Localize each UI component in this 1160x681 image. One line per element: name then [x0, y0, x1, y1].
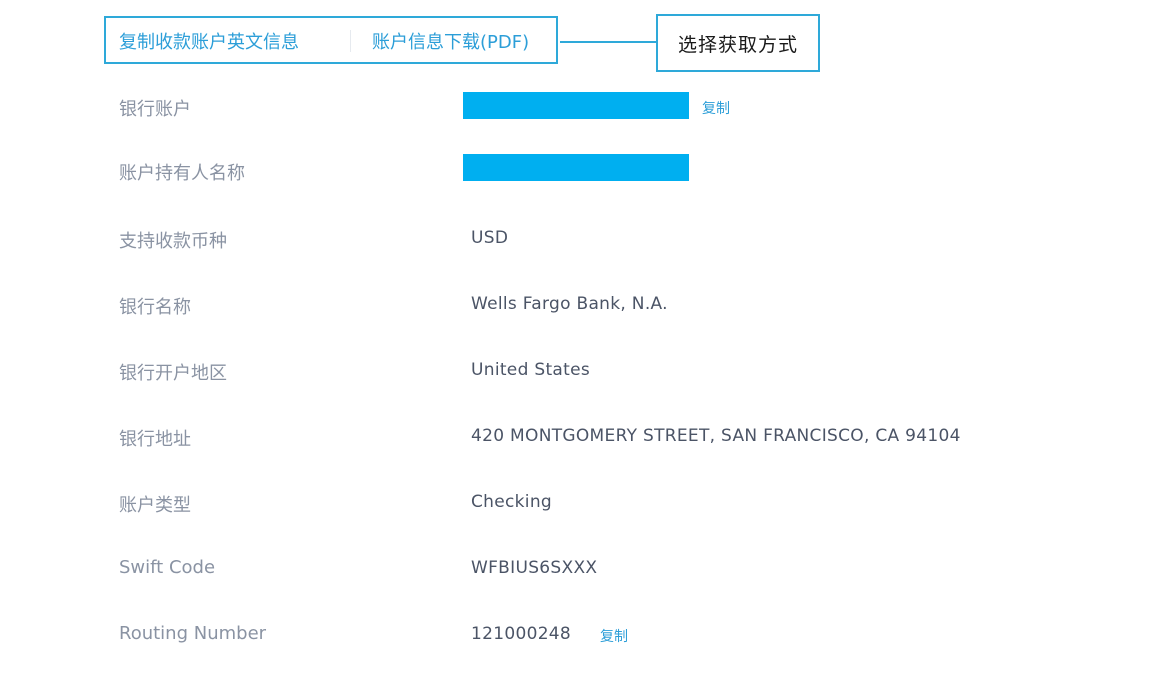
field-label: Routing Number — [119, 623, 267, 644]
field-value: 420 MONTGOMERY STREET, SAN FRANCISCO, CA… — [471, 426, 961, 446]
field-value: Checking — [471, 492, 552, 512]
redacted-value — [463, 92, 689, 119]
field-label: Swift Code — [119, 557, 216, 578]
copy-routing-number-button[interactable]: 复制 — [600, 626, 628, 646]
field-label: 银行名称 — [119, 297, 191, 318]
field-label: 支持收款币种 — [119, 231, 227, 252]
field-row-account-type: 账户类型 Checking — [0, 483, 1160, 523]
field-row-bank-account: 银行账户 复制 — [0, 87, 1160, 127]
field-row-routing-number: Routing Number 121000248 复制 — [0, 615, 1160, 655]
account-info-actions: 复制收款账户英文信息 账户信息下载(PDF) — [104, 16, 558, 64]
annotation-connector-line — [560, 41, 657, 43]
field-value: WFBIUS6SXXX — [471, 558, 598, 578]
field-row-bank-address: 银行地址 420 MONTGOMERY STREET, SAN FRANCISC… — [0, 417, 1160, 457]
field-label: 银行开户地区 — [119, 363, 227, 384]
field-row-account-holder: 账户持有人名称 — [0, 149, 1160, 189]
field-row-swift-code: Swift Code WFBIUS6SXXX — [0, 549, 1160, 589]
annotation-callout: 选择获取方式 — [656, 14, 820, 72]
field-row-bank-region: 银行开户地区 United States — [0, 351, 1160, 391]
field-label: 账户类型 — [119, 495, 191, 516]
field-value: 121000248 — [471, 624, 572, 644]
field-label: 账户持有人名称 — [119, 163, 245, 184]
copy-english-info-link[interactable]: 复制收款账户英文信息 — [119, 28, 299, 54]
redacted-value — [463, 154, 689, 181]
field-row-currency: 支持收款币种 USD — [0, 219, 1160, 259]
annotation-callout-text: 选择获取方式 — [677, 33, 798, 56]
field-value: Wells Fargo Bank, N.A. — [471, 294, 668, 314]
field-label: 银行账户 — [119, 99, 191, 120]
field-label: 银行地址 — [119, 429, 191, 450]
download-pdf-link[interactable]: 账户信息下载(PDF) — [372, 28, 529, 54]
field-value: United States — [471, 360, 591, 380]
field-row-bank-name: 银行名称 Wells Fargo Bank, N.A. — [0, 285, 1160, 325]
copy-bank-account-button[interactable]: 复制 — [702, 98, 730, 118]
action-divider — [350, 30, 351, 52]
field-value: USD — [471, 228, 509, 248]
